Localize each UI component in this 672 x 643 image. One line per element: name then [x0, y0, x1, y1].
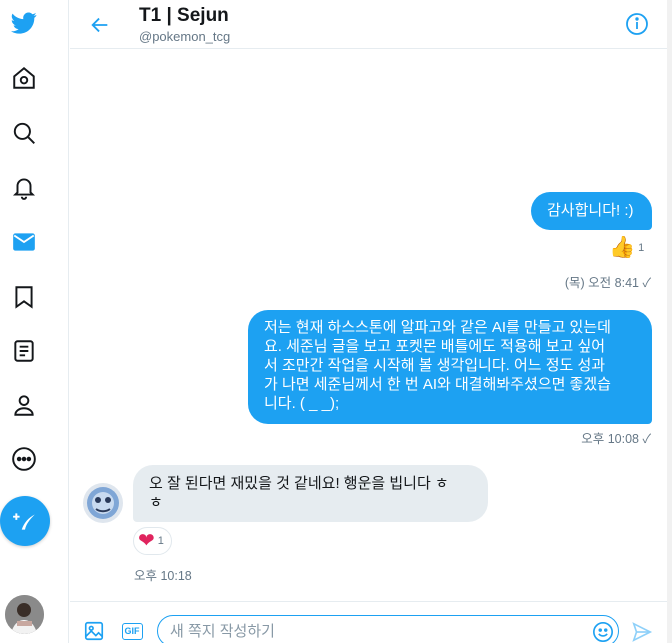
- messages-icon[interactable]: [7, 225, 41, 259]
- message-input[interactable]: [157, 615, 619, 643]
- compose-tweet-button[interactable]: [0, 496, 50, 546]
- conversation-handle: @pokemon_tcg: [139, 29, 231, 44]
- lists-icon[interactable]: [7, 334, 41, 368]
- add-media-button[interactable]: [82, 619, 106, 643]
- notifications-icon[interactable]: [7, 170, 41, 204]
- message-timestamp: 오후 10:18: [134, 569, 192, 583]
- reaction-count: 1: [157, 535, 164, 547]
- twitter-logo-icon[interactable]: [7, 6, 41, 40]
- message-line: 서 조만간 작업을 시작해 볼 생각입니다. 어느 정도 성과: [264, 357, 606, 374]
- gif-label: GIF: [121, 622, 143, 640]
- message-text: 감사합니다! :): [547, 202, 634, 219]
- message-timestamp: (목) 오전 8:41 ✓: [564, 276, 651, 290]
- partner-avatar[interactable]: [83, 483, 123, 523]
- message-timestamp: 오후 10:08 ✓: [581, 432, 651, 446]
- image-icon: [84, 621, 104, 641]
- message-composer: GIF: [70, 601, 667, 643]
- reaction-count: 1: [638, 242, 645, 254]
- message-line: 오 잘 된다면 재밌을 것 같네요! 행운을 빕니다 ㅎ: [149, 475, 449, 492]
- home-icon[interactable]: [7, 61, 41, 95]
- profile-icon[interactable]: [7, 388, 41, 422]
- conversation-title: T1 | Sejun: [139, 5, 229, 26]
- message-bubble[interactable]: 오 잘 된다면 재밌을 것 같네요! 행운을 빕니다 ㅎ ㅎ: [133, 465, 488, 522]
- back-arrow-icon: [91, 17, 108, 33]
- back-button[interactable]: [86, 11, 114, 39]
- message-bubble[interactable]: 저는 현재 하스스톤에 알파고와 같은 AI를 만들고 있는데 요. 세준님 글…: [248, 310, 652, 424]
- more-icon[interactable]: [7, 442, 41, 476]
- bookmarks-icon[interactable]: [7, 280, 41, 314]
- feather-plus-icon: [13, 513, 35, 530]
- emoji-icon: [593, 622, 613, 642]
- message-line: 니다. ( _ _);: [264, 395, 340, 412]
- account-avatar[interactable]: [5, 595, 44, 634]
- heart-icon: ❤: [138, 530, 155, 552]
- send-icon: [632, 622, 653, 642]
- message-reaction[interactable]: 👍 1: [609, 236, 644, 260]
- message-line: ㅎ: [149, 494, 163, 511]
- thumbs-up-icon: 👍: [609, 236, 636, 259]
- info-icon: [626, 13, 648, 35]
- left-navigation: [0, 0, 69, 643]
- message-line: 저는 현재 하스스톤에 알파고와 같은 AI를 만들고 있는데: [264, 319, 611, 336]
- conversation-header: T1 | Sejun @pokemon_tcg: [70, 0, 668, 49]
- explore-icon[interactable]: [7, 116, 41, 150]
- add-gif-button[interactable]: GIF: [120, 619, 144, 643]
- message-line: 요. 세준님 글을 보고 포켓몬 배틀에도 적용해 보고 싶어: [264, 338, 606, 355]
- conversation-info-button[interactable]: [625, 12, 649, 36]
- send-button[interactable]: [630, 620, 654, 643]
- message-line: 가 나면 세준님께서 한 번 AI와 대결해봐주셨으면 좋겠습: [264, 376, 611, 393]
- message-reaction[interactable]: ❤ 1: [133, 527, 172, 555]
- message-bubble[interactable]: 감사합니다! :): [531, 192, 652, 230]
- scrollbar[interactable]: [667, 0, 672, 643]
- emoji-button[interactable]: [591, 620, 615, 643]
